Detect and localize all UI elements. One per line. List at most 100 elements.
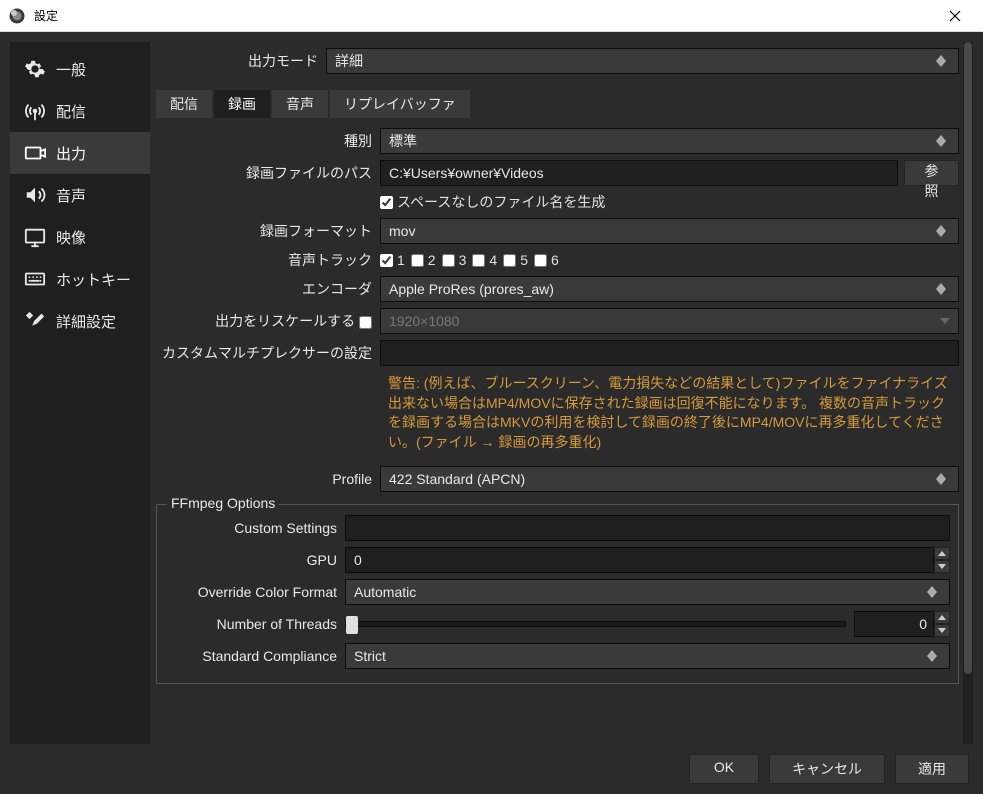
profile-label: Profile <box>156 471 380 487</box>
gpu-input[interactable]: 0 <box>345 547 934 573</box>
custom-settings-label: Custom Settings <box>165 520 345 536</box>
updown-icon <box>936 225 950 237</box>
sidebar: 一般 配信 出力 音声 映像 <box>10 42 150 744</box>
track-4-checkbox[interactable]: 4 <box>472 252 497 268</box>
muxer-input[interactable] <box>380 340 959 366</box>
antenna-icon <box>24 100 46 122</box>
close-button[interactable] <box>935 0 975 32</box>
nospace-checkbox[interactable]: スペースなしのファイル名を生成 <box>380 192 605 212</box>
sidebar-item-stream[interactable]: 配信 <box>10 90 150 132</box>
format-select[interactable]: mov <box>380 218 959 244</box>
rescale-value: 1920×1080 <box>389 313 459 329</box>
threads-spinner[interactable] <box>934 611 950 637</box>
updown-icon <box>936 473 950 485</box>
rescale-checkbox[interactable] <box>359 316 372 329</box>
format-value: mov <box>389 223 415 239</box>
track-1-checkbox[interactable]: 1 <box>380 252 405 268</box>
spin-up-icon[interactable] <box>934 547 950 560</box>
apply-button[interactable]: 適用 <box>895 754 969 784</box>
track-2-checkbox[interactable]: 2 <box>411 252 436 268</box>
muxer-label: カスタムマルチプレクサーの設定 <box>156 343 380 363</box>
custom-settings-input[interactable] <box>345 515 950 541</box>
rescale-select: 1920×1080 <box>380 308 959 334</box>
row-path: 録画ファイルのパス C:¥Users¥owner¥Videos 参照 <box>156 160 959 186</box>
sidebar-label: 映像 <box>56 227 86 248</box>
tools-icon <box>24 310 46 332</box>
footer: OK キャンセル 適用 <box>0 744 983 794</box>
row-gpu: GPU 0 <box>165 547 950 573</box>
threads-value[interactable]: 0 <box>854 611 934 637</box>
row-output-mode: 出力モード 詳細 <box>156 48 959 74</box>
row-tracks: 音声トラック 1 2 3 4 5 6 <box>156 250 959 270</box>
sidebar-item-general[interactable]: 一般 <box>10 48 150 90</box>
output-mode-label: 出力モード <box>156 51 326 71</box>
compliance-value: Strict <box>354 648 386 664</box>
row-type: 種別 標準 <box>156 128 959 154</box>
tab-replay-buffer[interactable]: リプレイバッファ <box>330 90 470 118</box>
track-6-checkbox[interactable]: 6 <box>534 252 559 268</box>
cancel-button[interactable]: キャンセル <box>769 754 885 784</box>
updown-icon <box>936 135 950 147</box>
updown-icon <box>927 586 941 598</box>
color-format-select[interactable]: Automatic <box>345 579 950 605</box>
app-icon <box>8 7 26 25</box>
sidebar-item-advanced[interactable]: 詳細設定 <box>10 300 150 342</box>
chevron-down-icon <box>940 318 950 324</box>
profile-select[interactable]: 422 Standard (APCN) <box>380 466 959 492</box>
row-color-format: Override Color Format Automatic <box>165 579 950 605</box>
sidebar-item-output[interactable]: 出力 <box>10 132 150 174</box>
tab-streaming[interactable]: 配信 <box>156 90 212 118</box>
sidebar-item-hotkeys[interactable]: ホットキー <box>10 258 150 300</box>
body: 一般 配信 出力 音声 映像 <box>0 32 983 794</box>
threads-label: Number of Threads <box>165 616 345 632</box>
row-muxer: カスタムマルチプレクサーの設定 <box>156 340 959 366</box>
main: 一般 配信 出力 音声 映像 <box>0 32 983 744</box>
row-custom-settings: Custom Settings <box>165 515 950 541</box>
encoder-label: エンコーダ <box>156 279 380 299</box>
tab-recording[interactable]: 録画 <box>214 90 270 118</box>
gpu-spinner[interactable] <box>934 547 950 573</box>
spin-up-icon[interactable] <box>934 611 950 624</box>
sidebar-item-audio[interactable]: 音声 <box>10 174 150 216</box>
track-3-checkbox[interactable]: 3 <box>442 252 467 268</box>
row-compliance: Standard Compliance Strict <box>165 643 950 669</box>
path-input[interactable]: C:¥Users¥owner¥Videos <box>380 160 898 186</box>
browse-button[interactable]: 参照 <box>904 160 959 186</box>
type-select[interactable]: 標準 <box>380 128 959 154</box>
row-profile: Profile 422 Standard (APCN) <box>156 466 959 492</box>
tracks-label: 音声トラック <box>156 250 380 270</box>
type-value: 標準 <box>389 131 417 151</box>
type-label: 種別 <box>156 131 380 151</box>
row-nospace: スペースなしのファイル名を生成 <box>156 192 959 212</box>
scrollbar[interactable] <box>963 42 973 744</box>
compliance-select[interactable]: Strict <box>345 643 950 669</box>
ffmpeg-legend: FFmpeg Options <box>167 495 279 511</box>
speaker-icon <box>24 184 46 206</box>
spin-down-icon[interactable] <box>934 560 950 573</box>
scrollbar-thumb[interactable] <box>964 42 972 674</box>
row-encoder: エンコーダ Apple ProRes (prores_aw) <box>156 276 959 302</box>
color-format-label: Override Color Format <box>165 584 345 600</box>
sidebar-label: 音声 <box>56 185 86 206</box>
slider-thumb[interactable] <box>346 616 358 634</box>
encoder-select[interactable]: Apple ProRes (prores_aw) <box>380 276 959 302</box>
keyboard-icon <box>24 268 46 290</box>
rescale-label: 出力をリスケールする <box>156 311 380 331</box>
ffmpeg-group: FFmpeg Options Custom Settings GPU 0 <box>156 504 959 684</box>
track-5-checkbox[interactable]: 5 <box>503 252 528 268</box>
sidebar-item-video[interactable]: 映像 <box>10 216 150 258</box>
encoder-value: Apple ProRes (prores_aw) <box>389 281 554 297</box>
output-icon <box>24 142 46 164</box>
spin-down-icon[interactable] <box>934 624 950 637</box>
output-mode-select[interactable]: 詳細 <box>326 48 959 74</box>
nospace-label: スペースなしのファイル名を生成 <box>397 192 605 212</box>
compliance-label: Standard Compliance <box>165 648 345 664</box>
tab-audio[interactable]: 音声 <box>272 90 328 118</box>
window-title: 設定 <box>34 7 935 24</box>
sidebar-label: ホットキー <box>56 269 131 290</box>
ok-button[interactable]: OK <box>689 754 759 784</box>
format-label: 録画フォーマット <box>156 221 380 241</box>
warning-text: 警告: (例えば、ブルースクリーン、電力損失などの結果として)ファイルをファイナ… <box>156 374 959 452</box>
updown-icon <box>936 283 950 295</box>
threads-slider[interactable] <box>345 621 846 627</box>
